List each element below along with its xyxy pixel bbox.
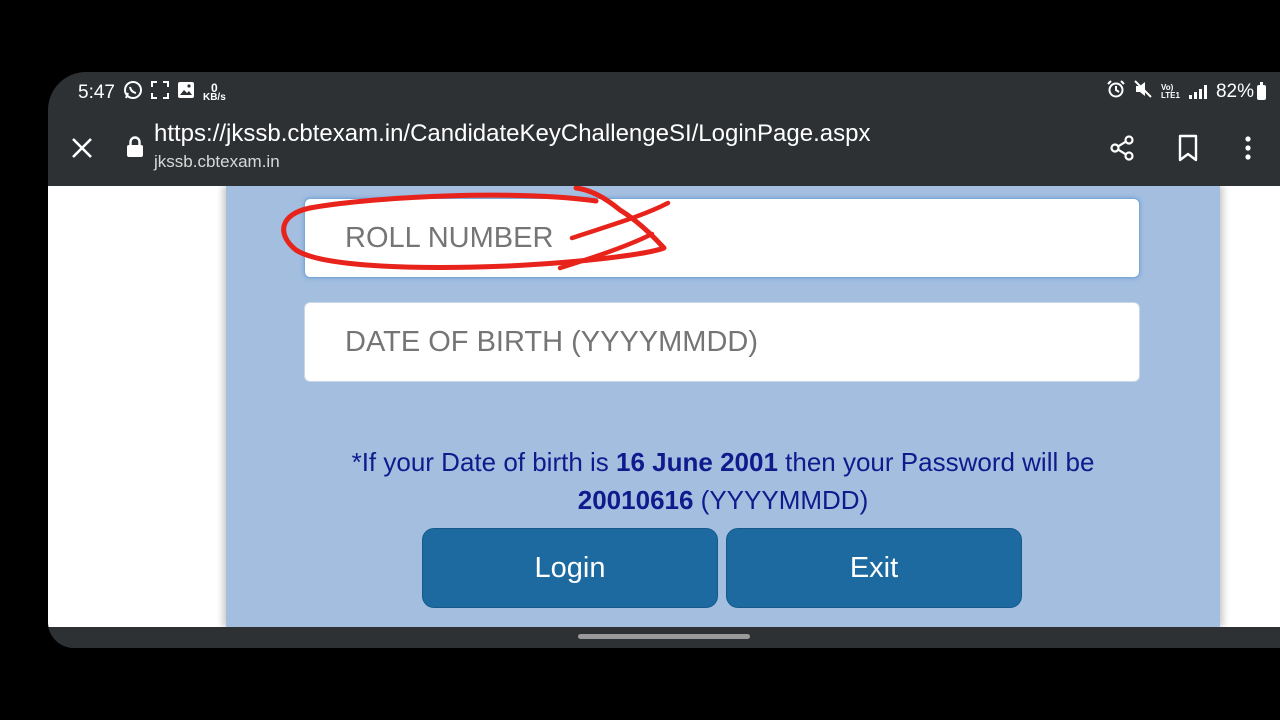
whatsapp-icon [123, 80, 143, 106]
hint-suffix: (YYYYMMDD) [693, 485, 869, 515]
status-bar-left: 5:47 0 KB/s [78, 80, 226, 106]
network-speed: 0 KB/s [202, 82, 226, 103]
volte-bottom: LTE1 [1161, 91, 1180, 100]
close-tab-button[interactable] [66, 132, 98, 164]
battery-percent: 82% [1215, 81, 1254, 102]
network-speed-unit: KB/s [202, 92, 226, 103]
hint-date: 16 June 2001 [616, 447, 778, 477]
volte-indicator: Vo) LTE1 [1161, 84, 1180, 100]
mute-icon [1134, 80, 1152, 104]
signal-icon [1188, 85, 1207, 99]
status-bar: 5:47 0 KB/s Vo) LTE1 82% [48, 72, 1280, 110]
exit-button[interactable]: Exit [726, 528, 1022, 608]
password-hint: *If your Date of birth is 16 June 2001 t… [256, 443, 1190, 519]
hint-mid: then your Password will be [777, 447, 1095, 477]
domain-text: jkssb.cbtexam.in [154, 152, 280, 171]
lock-icon [126, 136, 144, 163]
roll-number-input[interactable] [304, 198, 1140, 278]
status-bar-right: Vo) LTE1 82% [1107, 80, 1266, 104]
hint-prefix: *If your Date of birth is [351, 447, 617, 477]
battery-icon [1257, 81, 1266, 100]
share-icon [1110, 135, 1134, 161]
login-form-panel: *If your Date of birth is 16 June 2001 t… [226, 186, 1220, 627]
more-vert-icon [1245, 136, 1251, 160]
screenshot-icon [150, 81, 169, 105]
url-text[interactable]: https://jkssb.cbtexam.in/CandidateKeyCha… [154, 120, 870, 148]
home-gesture-handle[interactable] [578, 634, 750, 639]
gesture-nav-bar [48, 627, 1280, 648]
more-options-button[interactable] [1230, 130, 1266, 166]
bookmark-button[interactable] [1170, 130, 1206, 166]
hint-password: 20010616 [577, 485, 694, 515]
gallery-icon [177, 81, 195, 105]
alarm-icon [1107, 80, 1125, 104]
bookmark-icon [1178, 134, 1198, 162]
web-content: *If your Date of birth is 16 June 2001 t… [48, 186, 1280, 627]
date-of-birth-input[interactable] [304, 302, 1140, 382]
clock: 5:47 [78, 82, 115, 103]
browser-toolbar: https://jkssb.cbtexam.in/CandidateKeyCha… [48, 110, 1280, 186]
login-button[interactable]: Login [422, 528, 718, 608]
phone-screen: 5:47 0 KB/s Vo) LTE1 82% https://jkssb.c… [48, 72, 1280, 648]
close-icon [72, 138, 92, 158]
share-button[interactable] [1104, 130, 1140, 166]
